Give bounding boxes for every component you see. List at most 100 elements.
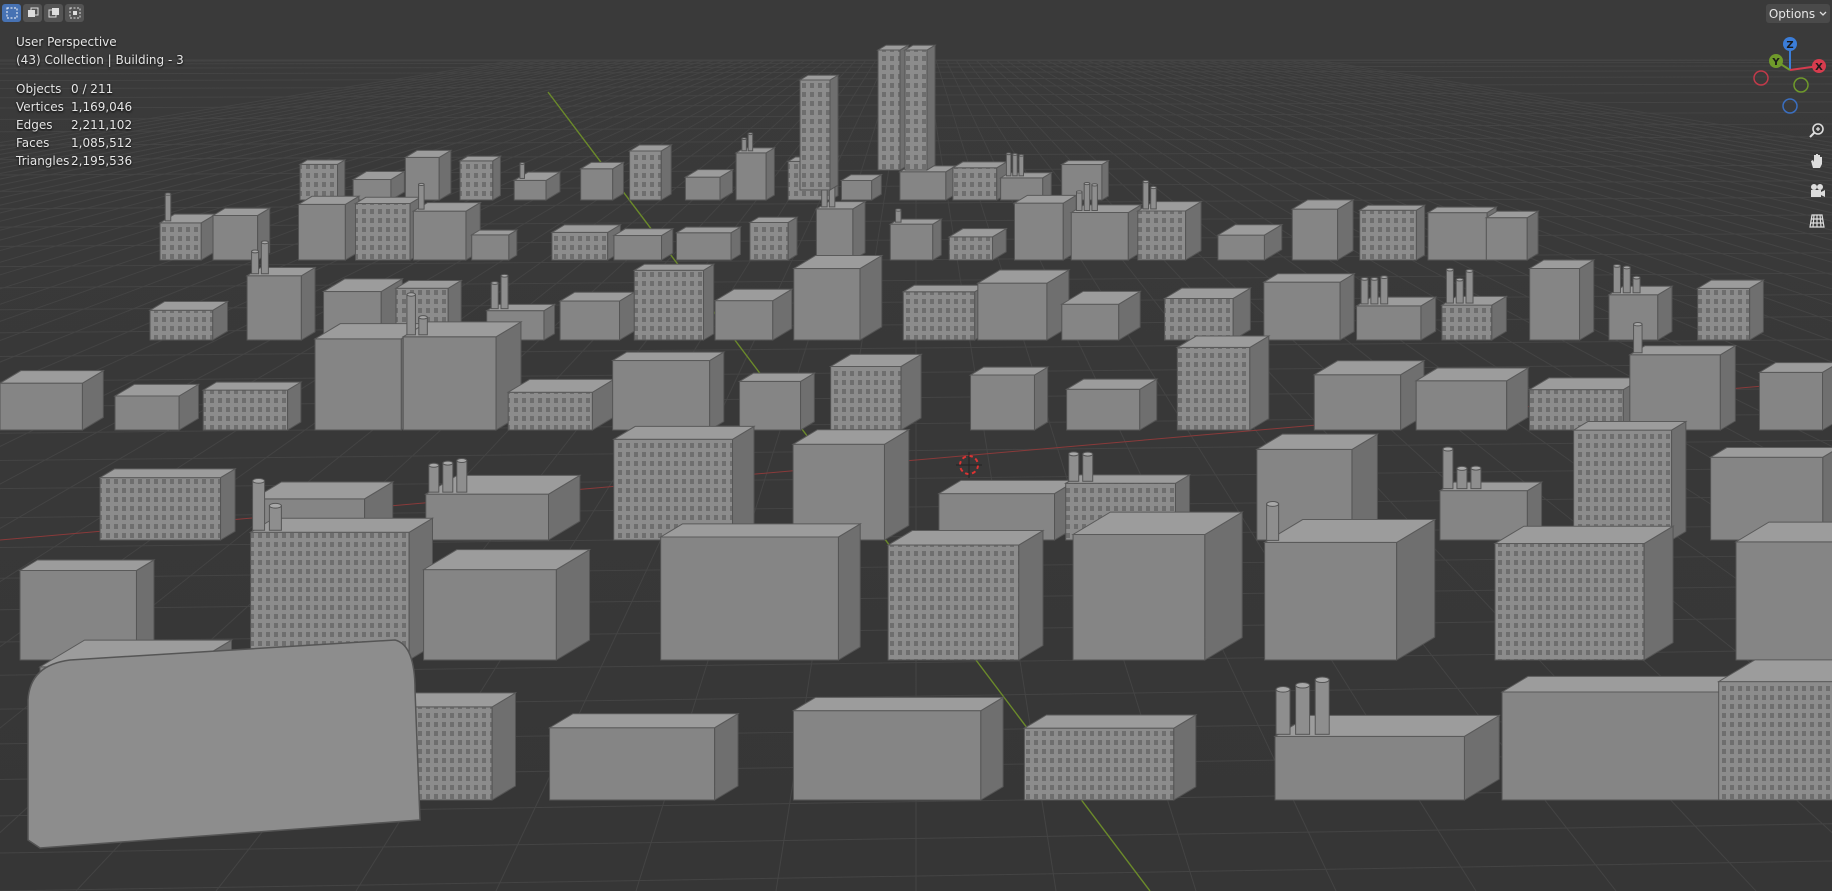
select-subtract-mode-button[interactable] [44,4,63,22]
chimney-stack [1470,465,1482,490]
building [245,266,317,341]
building [674,226,743,261]
building [947,227,1009,261]
stat-value: 1,169,046 [71,100,133,114]
building [903,44,937,171]
building [1012,194,1078,261]
building [1175,335,1271,431]
chimney-stack [1091,183,1098,212]
options-label: Options [1768,6,1816,21]
building [550,223,623,261]
gizmo-neg-x-icon[interactable] [1753,70,1769,86]
chimney-stack [1465,269,1474,304]
building [1357,204,1427,261]
stat-value: 1,085,512 [71,136,133,150]
chimney-stack [1012,152,1018,177]
building [248,517,435,661]
chimney-stack [418,315,428,336]
building [951,161,1009,201]
building [0,369,106,431]
chimney-stack [164,192,172,222]
select-extend-mode-button[interactable] [23,4,42,22]
building [1135,200,1203,261]
building [791,696,1005,801]
stat-label: Faces [16,136,50,150]
3d-viewport[interactable]: User Perspective (43) Collection | Build… [0,0,1832,891]
chimney-stack [1018,153,1024,177]
building [1493,525,1675,661]
select-box-mode-button[interactable] [2,4,21,22]
building [421,548,592,661]
active-collection: (43) Collection | Building - 3 [16,53,184,67]
building [298,159,347,201]
building [458,155,503,201]
building [1571,420,1688,541]
gizmo-y-label: Y [1771,57,1780,68]
stat-label: Objects [16,82,62,96]
chimney-stack [1622,265,1631,294]
gizmo-neg-z-icon[interactable] [1782,98,1798,114]
select-intersect-mode-button[interactable] [65,4,84,22]
building [876,44,910,171]
building [296,195,361,261]
building [1628,344,1738,431]
building [1484,210,1540,261]
building [1527,259,1596,341]
building [469,229,519,261]
building [888,218,944,261]
hangar-building [27,639,421,849]
chimney-stack [251,249,260,275]
building [113,383,201,431]
building [1022,714,1198,801]
building [1216,223,1284,261]
building [748,216,799,261]
building [814,200,867,261]
stat-edges: Edges 2,211,102 [16,116,184,134]
pan-button[interactable] [1803,147,1831,175]
stat-label: Triangles [16,154,70,168]
building [791,254,884,341]
scene-statistics: Objects 0 / 211 Vertices 1,169,046 Edges… [16,80,184,170]
building [1734,521,1832,661]
chimney-stack [895,208,902,223]
viewport-text-overlay: User Perspective (43) Collection | Build… [16,33,184,170]
building [148,300,230,341]
stat-value: 2,195,536 [71,154,133,168]
stat-faces: Faces 1,085,512 [16,134,184,152]
building [839,173,884,201]
building [737,372,817,431]
options-dropdown[interactable]: Options [1766,4,1830,23]
chimney-stack [1632,275,1641,294]
building [201,381,303,431]
chimney-stack [747,132,754,152]
ortho-toggle-button[interactable] [1803,207,1831,235]
select-intersect-icon [69,7,80,19]
chimney-stack [268,502,282,531]
building [506,378,616,431]
navigation-gizmo[interactable]: Z Y X [1750,30,1830,120]
building [1069,204,1143,261]
gizmo-neg-y-icon[interactable] [1793,77,1809,93]
camera-view-icon [1811,184,1825,197]
view-name: User Perspective [16,35,117,49]
chimney-stack [260,240,269,275]
ortho-grid-icon [1809,214,1825,228]
building [1716,659,1832,801]
stat-value: 0 / 211 [71,82,114,96]
building [98,468,237,541]
stat-label: Vertices [16,100,64,114]
chimney-stack [1266,501,1280,541]
chimney-stack [442,460,454,493]
chimney-stack [1150,185,1157,210]
chimney-stack [490,281,499,310]
building [968,366,1050,431]
select-mode-toolbar [2,4,84,24]
building [610,351,726,431]
chimney-stack [1370,276,1379,305]
building [1757,362,1832,431]
stat-objects: Objects 0 / 211 [16,80,184,98]
chimney-stack [741,137,747,152]
zoom-button[interactable] [1803,117,1831,145]
camera-view-button[interactable] [1803,177,1831,205]
building [558,291,637,341]
